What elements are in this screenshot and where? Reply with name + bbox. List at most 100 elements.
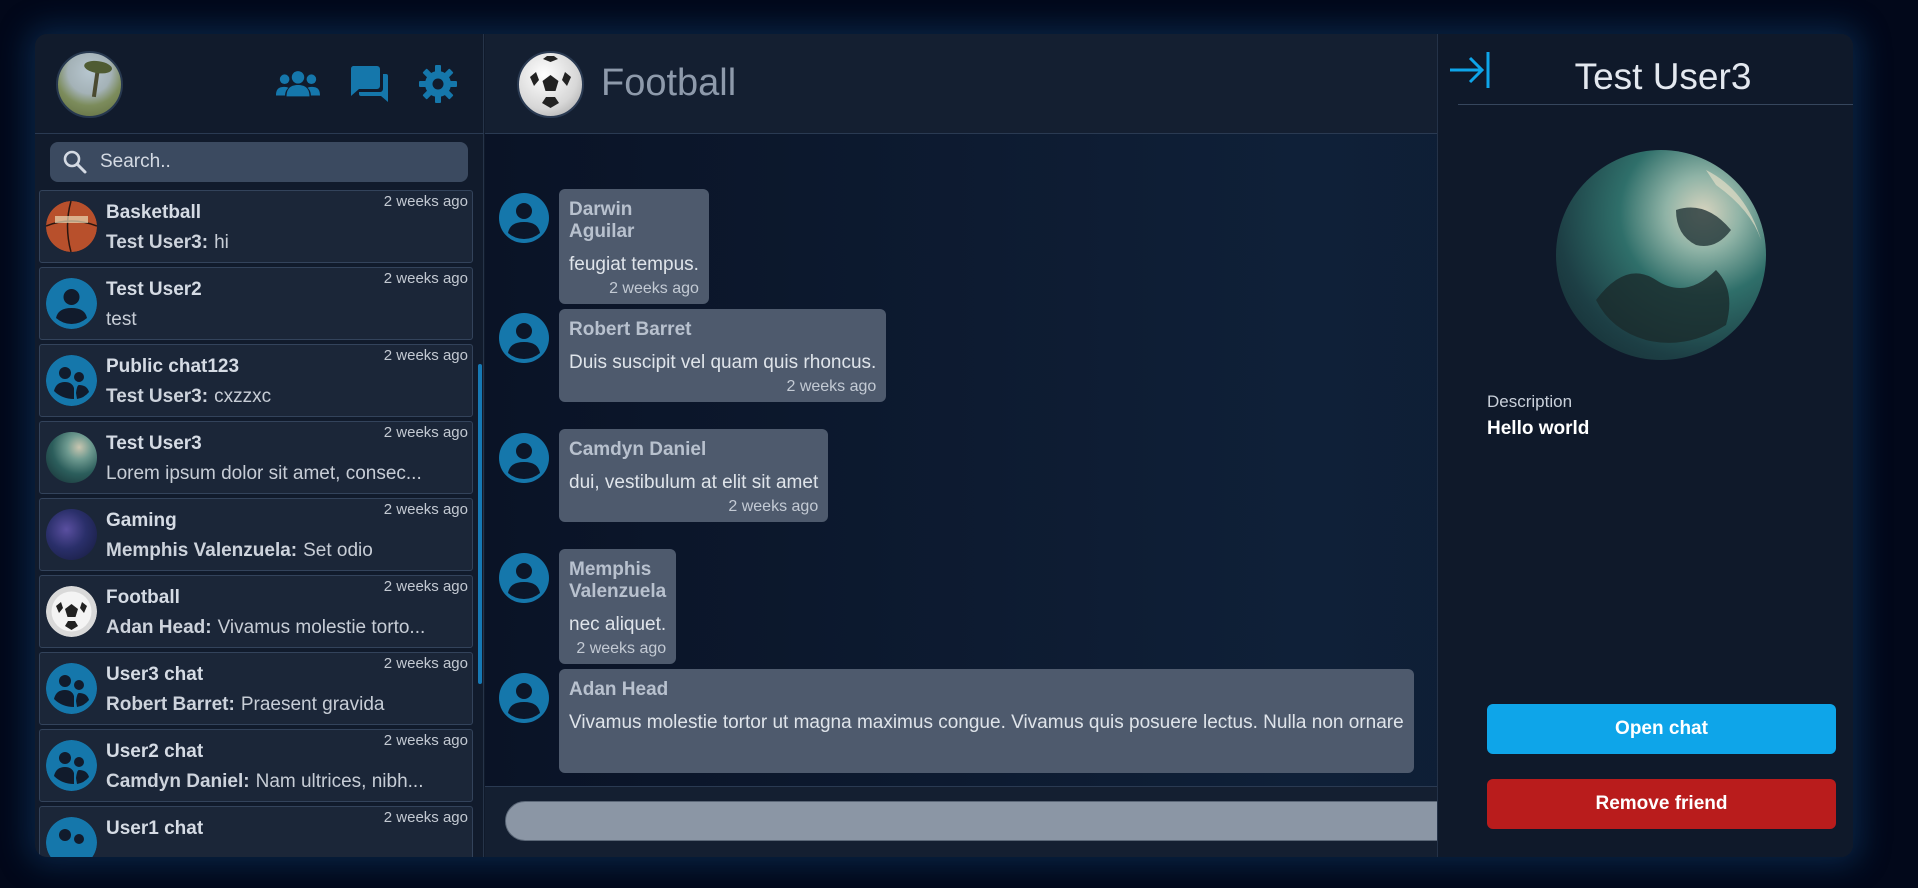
chat-last-message: Memphis Valenzuela: Set odio	[106, 540, 373, 562]
chat-time: 2 weeks ago	[383, 193, 468, 210]
chat-sender: Robert Barret:	[106, 694, 235, 715]
group-icon	[46, 355, 97, 406]
chat-message: Lorem ipsum dolor sit amet, consec...	[106, 463, 422, 484]
chat-sender: Adan Head:	[106, 617, 212, 638]
list-item[interactable]: Gaming 2 weeks ago Memphis Valenzuela: Se…	[39, 498, 473, 571]
message-sender: Camdyn Daniel	[569, 439, 707, 460]
chat-name: Test User2	[106, 279, 202, 300]
message-bubble: Darwin Aguilar feugiat tempus. 2 weeks a…	[559, 189, 709, 304]
remove-friend-button[interactable]: Remove friend	[1487, 779, 1836, 829]
message-time: 2 weeks ago	[576, 640, 667, 657]
chat-message: Nam ultrices, nibh...	[255, 771, 424, 792]
chat-last-message: Lorem ipsum dolor sit amet, consec...	[106, 463, 422, 485]
search-bar	[50, 142, 468, 182]
message-bubble: Memphis Valenzuela nec aliquet. 2 weeks …	[559, 549, 677, 664]
list-item[interactable]: Public chat123 2 weeks ago Test User3: cx…	[39, 344, 473, 417]
list-item[interactable]: User2 chat 2 weeks ago Camdyn Daniel: Nam…	[39, 729, 473, 802]
chat-list: Basketball 2 weeks ago Test User3: hi Tes…	[39, 186, 477, 857]
chat-time: 2 weeks ago	[383, 270, 468, 287]
sidebar: Basketball 2 weeks ago Test User3:hi Tes…	[35, 34, 484, 857]
chat-last-message: Test User3: hi	[106, 232, 229, 254]
sidebar-header	[35, 34, 484, 134]
open-chat-button[interactable]: Open chat	[1487, 704, 1836, 754]
message-sender: Darwin Aguilar	[569, 199, 635, 242]
user-icon	[499, 673, 549, 723]
settings-icon[interactable]	[416, 64, 460, 104]
message-sender: Memphis Valenzuela	[569, 559, 667, 602]
chat-message: Praesent gravida	[240, 694, 385, 715]
chat-message: Set odio	[303, 540, 373, 561]
message-text: nec aliquet.	[569, 614, 667, 635]
chat-last-message: Robert Barret: Praesent gravida	[106, 694, 384, 716]
app-window: Basketball 2 weeks ago Test User3:hi Tes…	[35, 34, 1853, 857]
page-title: Football	[601, 62, 737, 104]
list-item[interactable]: Test User3 2 weeks ago Lorem ipsum dolor…	[39, 421, 473, 494]
chat-name: User3 chat	[106, 664, 204, 685]
message-time: 2 weeks ago	[609, 280, 699, 297]
chat-sender: Test User3:	[106, 386, 209, 407]
message-sender: Robert Barret	[569, 319, 692, 340]
chat-name: Test User3	[106, 433, 202, 454]
scrollbar[interactable]	[478, 364, 482, 684]
chat-name: Football	[106, 587, 180, 608]
list-item[interactable]: User1 chat 2 weeks ago	[39, 806, 473, 857]
chat-name: Basketball	[106, 202, 202, 223]
message-text: dui, vestibulum at elit sit amet	[569, 472, 819, 493]
user-icon	[499, 193, 549, 243]
description-label: Description	[1487, 392, 1573, 411]
message-time: 2 weeks ago	[728, 498, 819, 515]
user-icon	[46, 278, 97, 329]
divider	[1458, 104, 1853, 105]
chat-name: User2 chat	[106, 741, 204, 762]
chat-message: test	[106, 309, 137, 330]
chat-message: Vivamus molestie torto...	[217, 617, 426, 638]
list-item[interactable]: Football 2 weeks ago Adan Head: Vivamus m…	[39, 575, 473, 648]
chat-sender: Test User3:	[106, 232, 209, 253]
group-icon	[46, 740, 97, 791]
chat-sender: Camdyn Daniel:	[106, 771, 250, 792]
chat-name: Public chat123	[106, 356, 240, 377]
chat-last-message: test	[106, 309, 137, 331]
message-sender: Adan Head	[569, 679, 669, 700]
chat-time: 2 weeks ago	[383, 424, 468, 441]
search-icon	[50, 149, 100, 175]
list-item[interactable]: Test User2 2 weeks ago test	[39, 267, 473, 340]
group-icon	[46, 817, 97, 857]
message-text: feugiat tempus.	[569, 254, 699, 275]
group-icon	[46, 663, 97, 714]
user-icon	[499, 553, 549, 603]
chats-icon[interactable]	[346, 64, 390, 104]
user-icon	[499, 433, 549, 483]
chat-last-message: Camdyn Daniel: Nam ultrices, nibh...	[106, 771, 424, 793]
message-bubble: Camdyn Daniel dui, vestibulum at elit si…	[559, 429, 829, 522]
avatar	[46, 201, 97, 252]
chat-last-message: Adan Head: Vivamus molestie torto...	[106, 617, 425, 639]
chat-name: Gaming	[106, 510, 177, 531]
chat-sender: Memphis Valenzuela:	[106, 540, 298, 561]
football-icon	[46, 586, 97, 637]
list-item[interactable]: User3 chat 2 weeks ago Robert Barret: Pra…	[39, 652, 473, 725]
message-bubble: Robert Barret Duis suscipit vel quam qui…	[559, 309, 887, 402]
message-text: Duis suscipit vel quam quis rhoncus.	[569, 352, 877, 373]
chat-message: hi	[214, 232, 229, 253]
friends-icon[interactable]	[276, 64, 320, 104]
chat-time: 2 weeks ago	[383, 578, 468, 595]
avatar	[46, 509, 97, 560]
message-text: Vivamus molestie tortor ut magna maximus…	[569, 712, 1404, 733]
football-icon[interactable]	[517, 51, 584, 118]
list-item[interactable]: Basketball 2 weeks ago Test User3: hi	[39, 190, 473, 263]
user-icon	[499, 313, 549, 363]
chat-time: 2 weeks ago	[383, 501, 468, 518]
message-time: 2 weeks ago	[786, 378, 877, 395]
avatar	[1556, 150, 1766, 360]
search-input[interactable]	[100, 151, 440, 173]
description-value: Hello world	[1487, 418, 1590, 439]
avatar[interactable]	[56, 51, 123, 118]
chat-last-message: Test User3: cxzzxc	[106, 386, 271, 408]
chat-time: 2 weeks ago	[383, 655, 468, 672]
profile-panel: Test User3 Description Hello world Open …	[1437, 34, 1853, 857]
profile-name: Test User3	[1574, 56, 1752, 97]
chat-time: 2 weeks ago	[383, 809, 468, 826]
chat-message: cxzzxc	[214, 386, 272, 407]
chat-time: 2 weeks ago	[383, 732, 468, 749]
